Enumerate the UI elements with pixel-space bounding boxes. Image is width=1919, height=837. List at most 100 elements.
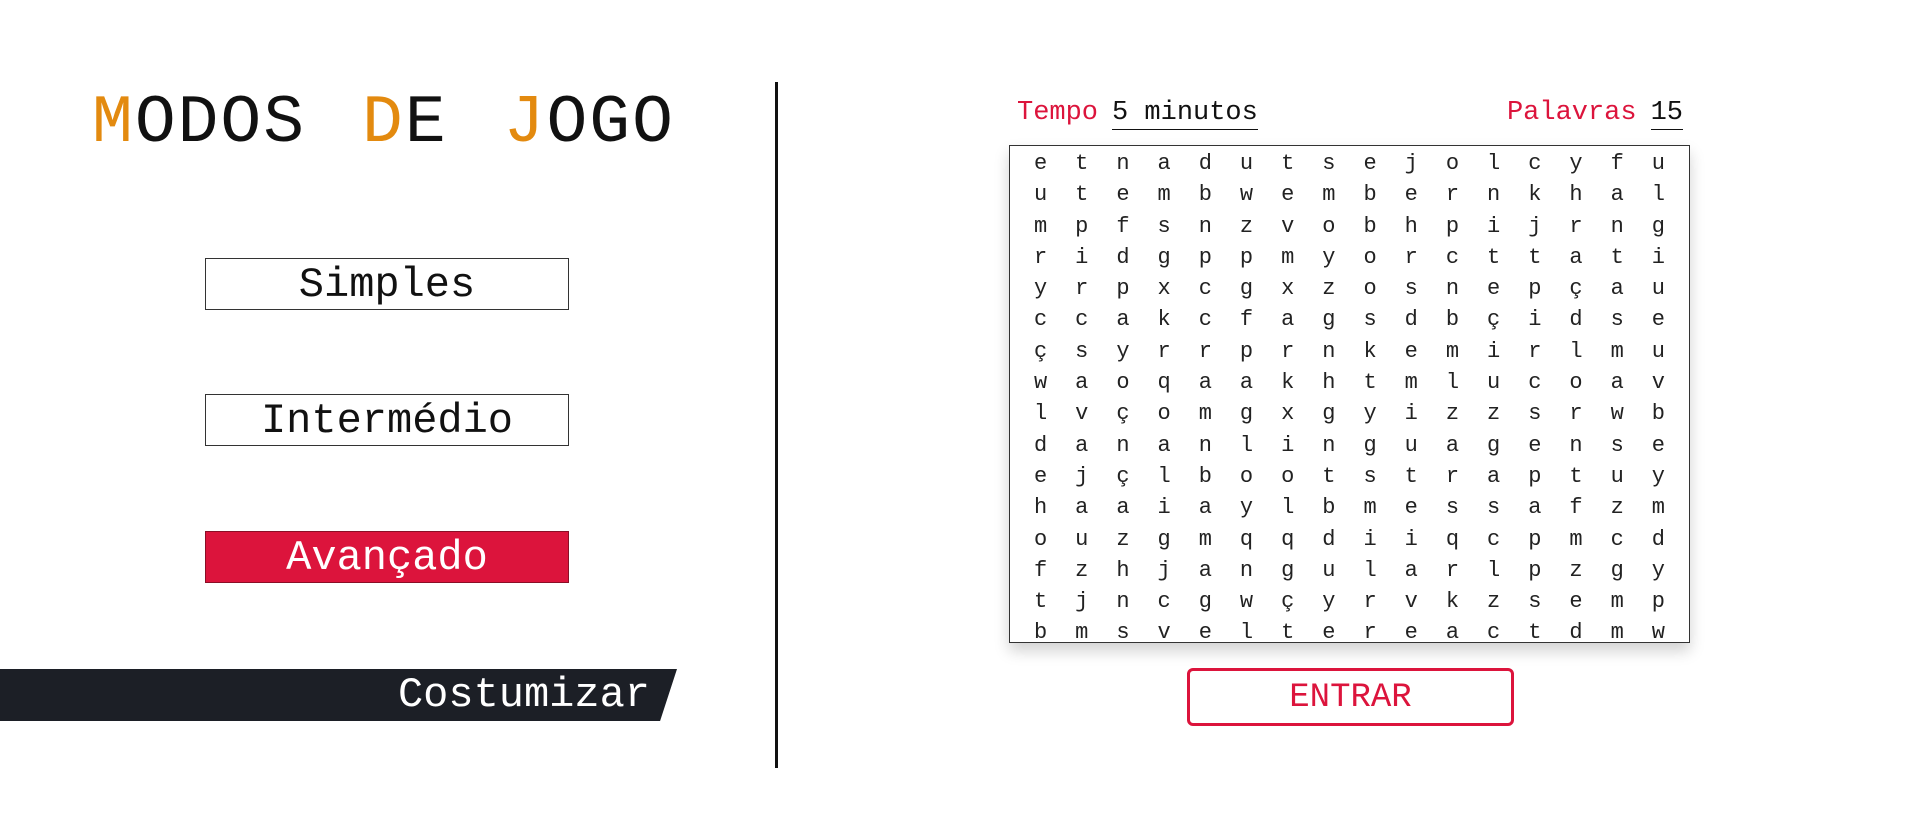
grid-cell[interactable]: m <box>1597 586 1638 617</box>
grid-cell[interactable]: y <box>1638 461 1679 492</box>
grid-cell[interactable]: e <box>1514 430 1555 461</box>
grid-cell[interactable]: w <box>1638 617 1679 648</box>
grid-cell[interactable]: o <box>1308 211 1349 242</box>
grid-cell[interactable]: e <box>1391 617 1432 648</box>
grid-cell[interactable]: a <box>1185 492 1226 523</box>
grid-cell[interactable]: f <box>1555 492 1596 523</box>
grid-cell[interactable]: r <box>1432 461 1473 492</box>
grid-cell[interactable]: m <box>1185 398 1226 429</box>
grid-cell[interactable]: e <box>1308 617 1349 648</box>
grid-cell[interactable]: h <box>1555 179 1596 210</box>
grid-cell[interactable]: t <box>1308 461 1349 492</box>
grid-cell[interactable]: r <box>1061 273 1102 304</box>
grid-cell[interactable]: u <box>1638 273 1679 304</box>
grid-cell[interactable]: p <box>1514 273 1555 304</box>
grid-cell[interactable]: c <box>1144 586 1185 617</box>
grid-cell[interactable]: u <box>1638 336 1679 367</box>
grid-cell[interactable]: t <box>1020 586 1061 617</box>
grid-cell[interactable]: c <box>1061 304 1102 335</box>
grid-cell[interactable]: a <box>1185 555 1226 586</box>
grid-cell[interactable]: r <box>1267 336 1308 367</box>
grid-cell[interactable]: p <box>1226 336 1267 367</box>
grid-cell[interactable]: g <box>1597 555 1638 586</box>
grid-cell[interactable]: t <box>1473 242 1514 273</box>
grid-cell[interactable]: y <box>1020 273 1061 304</box>
grid-cell[interactable]: e <box>1391 492 1432 523</box>
grid-cell[interactable]: a <box>1597 179 1638 210</box>
grid-cell[interactable]: c <box>1597 524 1638 555</box>
grid-cell[interactable]: a <box>1144 148 1185 179</box>
grid-cell[interactable]: ç <box>1020 336 1061 367</box>
grid-cell[interactable]: w <box>1226 179 1267 210</box>
grid-cell[interactable]: d <box>1555 304 1596 335</box>
mode-avancado-button[interactable]: Avançado <box>205 531 569 583</box>
grid-cell[interactable]: d <box>1185 148 1226 179</box>
grid-cell[interactable]: z <box>1473 398 1514 429</box>
grid-cell[interactable]: a <box>1432 430 1473 461</box>
grid-cell[interactable]: l <box>1020 398 1061 429</box>
grid-cell[interactable]: b <box>1432 304 1473 335</box>
grid-cell[interactable]: t <box>1061 179 1102 210</box>
grid-cell[interactable]: f <box>1226 304 1267 335</box>
grid-cell[interactable]: n <box>1432 273 1473 304</box>
grid-cell[interactable]: z <box>1597 492 1638 523</box>
grid-cell[interactable]: o <box>1020 524 1061 555</box>
grid-cell[interactable]: t <box>1267 148 1308 179</box>
grid-cell[interactable]: h <box>1020 492 1061 523</box>
grid-cell[interactable]: p <box>1226 242 1267 273</box>
grid-cell[interactable]: o <box>1267 461 1308 492</box>
grid-cell[interactable]: o <box>1432 148 1473 179</box>
grid-cell[interactable]: v <box>1144 617 1185 648</box>
grid-cell[interactable]: g <box>1226 273 1267 304</box>
grid-cell[interactable]: z <box>1555 555 1596 586</box>
grid-cell[interactable]: t <box>1514 242 1555 273</box>
grid-cell[interactable]: y <box>1638 555 1679 586</box>
grid-cell[interactable]: d <box>1102 242 1143 273</box>
grid-cell[interactable]: a <box>1226 367 1267 398</box>
grid-cell[interactable]: j <box>1061 461 1102 492</box>
grid-cell[interactable]: a <box>1473 461 1514 492</box>
grid-cell[interactable]: m <box>1267 242 1308 273</box>
grid-cell[interactable]: s <box>1308 148 1349 179</box>
grid-cell[interactable]: g <box>1350 430 1391 461</box>
grid-cell[interactable]: w <box>1597 398 1638 429</box>
grid-cell[interactable]: w <box>1020 367 1061 398</box>
grid-cell[interactable]: a <box>1185 367 1226 398</box>
grid-cell[interactable]: c <box>1514 148 1555 179</box>
grid-cell[interactable]: g <box>1144 524 1185 555</box>
grid-cell[interactable]: l <box>1638 179 1679 210</box>
grid-cell[interactable]: s <box>1144 211 1185 242</box>
grid-cell[interactable]: l <box>1350 555 1391 586</box>
grid-cell[interactable]: m <box>1144 179 1185 210</box>
grid-cell[interactable]: s <box>1391 273 1432 304</box>
grid-cell[interactable]: f <box>1020 555 1061 586</box>
grid-cell[interactable]: l <box>1555 336 1596 367</box>
grid-cell[interactable]: j <box>1391 148 1432 179</box>
grid-cell[interactable]: v <box>1267 211 1308 242</box>
grid-cell[interactable]: j <box>1144 555 1185 586</box>
grid-cell[interactable]: z <box>1226 211 1267 242</box>
grid-cell[interactable]: m <box>1185 524 1226 555</box>
grid-cell[interactable]: u <box>1061 524 1102 555</box>
grid-cell[interactable]: n <box>1308 430 1349 461</box>
grid-cell[interactable]: r <box>1144 336 1185 367</box>
grid-cell[interactable]: l <box>1432 367 1473 398</box>
grid-cell[interactable]: o <box>1350 273 1391 304</box>
grid-cell[interactable]: q <box>1432 524 1473 555</box>
grid-cell[interactable]: s <box>1514 586 1555 617</box>
grid-cell[interactable]: a <box>1267 304 1308 335</box>
grid-cell[interactable]: a <box>1555 242 1596 273</box>
grid-cell[interactable]: a <box>1061 367 1102 398</box>
grid-cell[interactable]: l <box>1226 617 1267 648</box>
grid-cell[interactable]: i <box>1391 398 1432 429</box>
grid-cell[interactable]: i <box>1473 336 1514 367</box>
grid-cell[interactable]: e <box>1350 148 1391 179</box>
grid-cell[interactable]: m <box>1020 211 1061 242</box>
grid-cell[interactable]: g <box>1308 304 1349 335</box>
grid-cell[interactable]: t <box>1555 461 1596 492</box>
grid-cell[interactable]: v <box>1638 367 1679 398</box>
grid-cell[interactable]: r <box>1350 586 1391 617</box>
grid-cell[interactable]: u <box>1638 148 1679 179</box>
grid-cell[interactable]: y <box>1555 148 1596 179</box>
grid-cell[interactable]: g <box>1144 242 1185 273</box>
